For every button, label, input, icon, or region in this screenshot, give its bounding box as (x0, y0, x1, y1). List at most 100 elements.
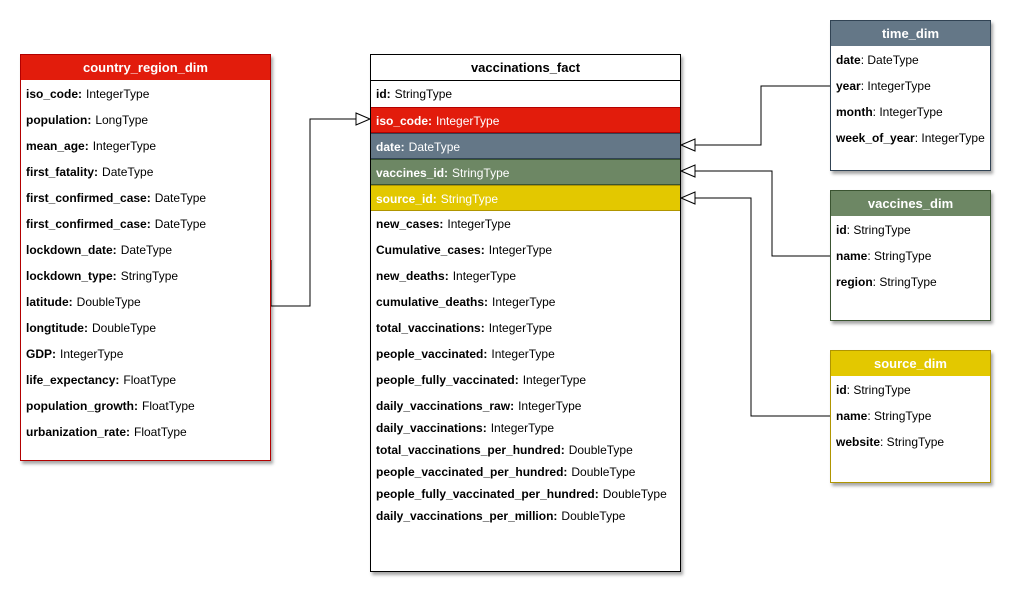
field-name: people_vaccinated: (376, 347, 488, 361)
field-row: life_expectancy: FloatType (21, 367, 270, 393)
field-row: lockdown_type: StringType (21, 263, 270, 289)
field-name: iso_code: (376, 114, 433, 128)
country-to-fact-connector (270, 119, 370, 307)
field-type: FloatType (141, 399, 195, 413)
table-header: vaccines_dim (831, 191, 990, 216)
field-row: Cumulative_cases: IntegerType (371, 237, 680, 263)
vaccinations-fact-table[interactable]: vaccinations_fact id: StringType iso_code:… (370, 54, 681, 572)
field-row: first_confirmed_case: DateType (21, 211, 270, 237)
field-name: population: (26, 113, 92, 127)
field-row: iso_code: IntegerType (21, 81, 270, 107)
field-type: : IntegerType (914, 131, 985, 145)
field-name: people_fully_vaccinated: (376, 373, 519, 387)
field-name: name (836, 249, 868, 263)
field-row: population: LongType (21, 107, 270, 133)
field-name: source_id: (376, 192, 437, 206)
field-row: region: StringType (831, 269, 990, 295)
field-type: LongType (95, 113, 149, 127)
field-row: website: StringType (831, 429, 990, 455)
field-row: name: StringType (831, 243, 990, 269)
field-type: DoubleType (568, 443, 633, 457)
field-name: lockdown_date: (26, 243, 117, 257)
field-type: DoubleType (571, 465, 636, 479)
field-type: FloatType (123, 373, 177, 387)
field-type: IntegerType (447, 217, 511, 231)
field-row: lockdown_date: DateType (21, 237, 270, 263)
field-type: IntegerType (452, 269, 517, 283)
field-row: first_fatality: DateType (21, 159, 270, 185)
field-type: IntegerType (488, 243, 553, 257)
field-name: total_vaccinations_per_hundred: (376, 443, 565, 457)
table-header: source_dim (831, 351, 990, 376)
field-type: StringType (440, 192, 499, 206)
field-type: IntegerType (436, 114, 500, 128)
field-type: StringType (452, 166, 510, 180)
field-type: IntegerType (492, 295, 556, 309)
field-type: : StringType (846, 223, 911, 237)
field-name: week_of_year (836, 131, 915, 145)
field-name: year (836, 79, 861, 93)
field-name: life_expectancy: (26, 373, 120, 387)
field-name: name (836, 409, 868, 423)
field-type: : StringType (867, 249, 932, 263)
field-name: population_growth: (26, 399, 138, 413)
field-row: id: StringType (831, 217, 990, 243)
field-name: latitude: (26, 295, 73, 309)
field-type: DateType (154, 191, 207, 205)
time-dim-table[interactable]: time_dim date: DateType year: IntegerType… (830, 20, 991, 171)
field-row: date: DateType (831, 47, 990, 73)
field-row: new_cases: IntegerType (371, 211, 680, 237)
field-type: DateType (120, 243, 173, 257)
field-name: date: (376, 140, 405, 154)
field-name: month (836, 105, 873, 119)
field-row: daily_vaccinations_per_million: DoubleTyp… (371, 503, 680, 529)
field-name: date (836, 53, 861, 67)
field-type: DateType (102, 165, 154, 179)
field-name: mean_age: (26, 139, 89, 153)
field-name: new_deaths: (376, 269, 449, 283)
field-type: IntegerType (92, 139, 157, 153)
field-name: daily_vaccinations_raw: (376, 399, 515, 413)
field-type: IntegerType (522, 373, 587, 387)
field-type: DoubleType (561, 509, 626, 523)
field-row: name: StringType (831, 403, 990, 429)
field-name: region (836, 275, 873, 289)
field-row: month: IntegerType (831, 99, 990, 125)
field-type: IntegerType (490, 421, 555, 435)
field-name: daily_vaccinations: (376, 421, 487, 435)
field-row: longtitude: DoubleType (21, 315, 270, 341)
field-row: mean_age: IntegerType (21, 133, 270, 159)
field-row: first_confirmed_case: DateType (21, 185, 270, 211)
field-type: IntegerType (86, 87, 150, 101)
field-type: : StringType (880, 435, 945, 449)
field-row: population_growth: FloatType (21, 393, 270, 419)
field-row: latitude: DoubleType (21, 289, 270, 315)
field-row: year: IntegerType (831, 73, 990, 99)
field-type: IntegerType (518, 399, 582, 413)
field-name: first_fatality: (26, 165, 99, 179)
field-name: cumulative_deaths: (376, 295, 489, 309)
field-row: people_fully_vaccinated: IntegerType (371, 367, 680, 393)
field-type: : IntegerType (872, 105, 943, 119)
field-name: id (836, 223, 847, 237)
vaccines-dim-table[interactable]: vaccines_dim id: StringType name: StringT… (830, 190, 991, 321)
field-name: website (836, 435, 881, 449)
source-to-fact-connector (681, 198, 830, 417)
field-type: : StringType (846, 383, 911, 397)
field-name: lockdown_type: (26, 269, 117, 283)
field-row: week_of_year: IntegerType (831, 125, 990, 151)
field-type: DoubleType (76, 295, 141, 309)
field-type: DateType (408, 140, 461, 154)
field-name: iso_code: (26, 87, 83, 101)
vaccines-to-fact-connector (681, 171, 830, 257)
field-type: IntegerType (488, 321, 553, 335)
table-header: country_region_dim (21, 55, 270, 80)
field-type: : StringType (872, 275, 937, 289)
field-type: DateType (154, 217, 207, 231)
country-region-dim-table[interactable]: country_region_dim iso_code: IntegerType p… (20, 54, 271, 461)
field-row: id: StringType (371, 81, 680, 107)
field-name: id (836, 383, 847, 397)
field-name: people_fully_vaccinated_per_hundred: (376, 487, 599, 501)
source-dim-table[interactable]: source_dim id: StringType name: StringTyp… (830, 350, 991, 483)
field-row: vaccines_id: StringType (371, 159, 680, 185)
